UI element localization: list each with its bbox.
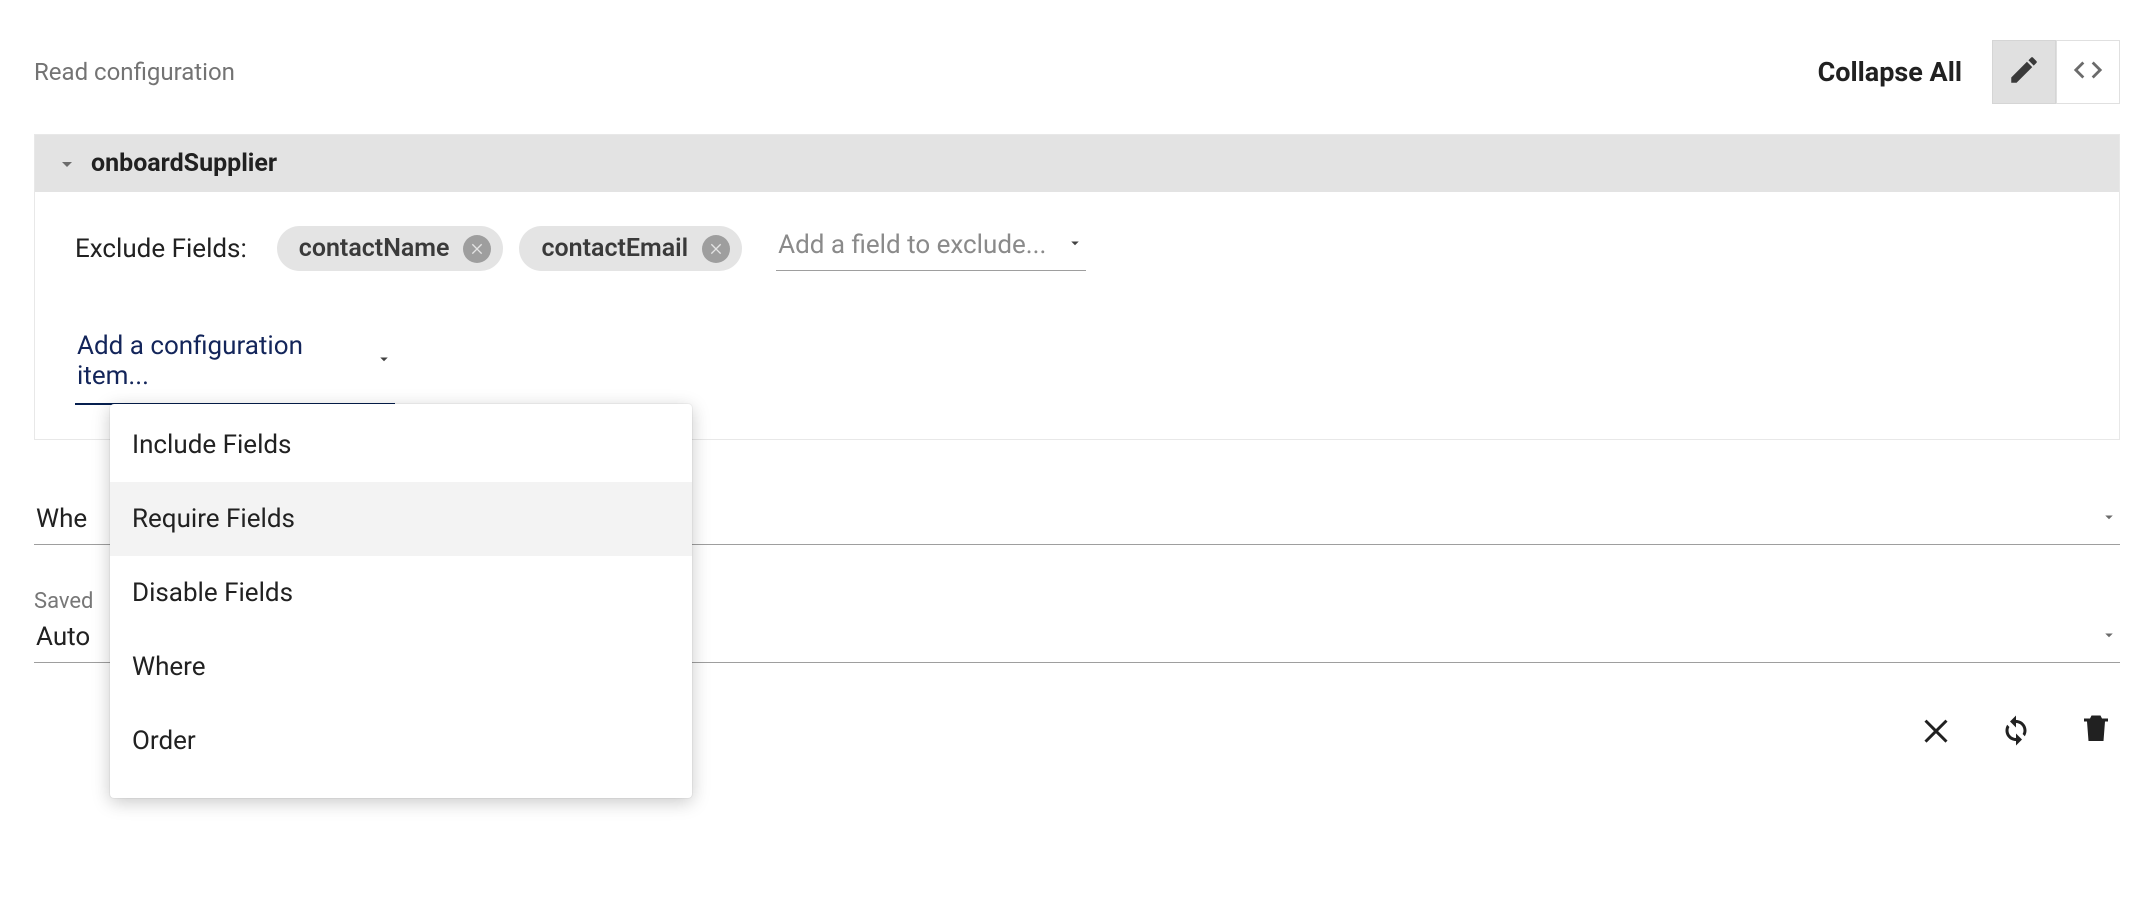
chip-remove-button[interactable] <box>463 235 491 263</box>
placeholder-text: Add a field to exclude... <box>778 230 1046 260</box>
chip-contactemail: contactEmail <box>519 226 742 271</box>
chip-remove-button[interactable] <box>702 235 730 263</box>
close-icon <box>1918 711 1954 751</box>
page-subtitle: Read configuration <box>34 58 235 86</box>
config-item-dropdown: Include Fields Require Fields Disable Fi… <box>110 404 692 798</box>
saved-views-value-fragment: Auto <box>36 622 90 652</box>
panel-header[interactable]: onboardSupplier <box>35 135 2119 192</box>
exclude-fields-row: Exclude Fields: contactName contactEmail <box>75 226 2079 271</box>
dropdown-item-order[interactable]: Order <box>110 704 692 778</box>
chevron-down-icon <box>375 350 393 372</box>
chip-label: contactEmail <box>541 234 688 263</box>
code-icon <box>2071 53 2105 91</box>
refresh-icon <box>1998 711 2034 751</box>
delete-button[interactable] <box>2072 707 2120 755</box>
chip-label: contactName <box>299 234 450 263</box>
refresh-button[interactable] <box>1992 707 2040 755</box>
code-mode-button[interactable] <box>2056 40 2120 104</box>
dropdown-item-require-fields[interactable]: Require Fields <box>110 482 692 556</box>
panel-title: onboardSupplier <box>91 149 277 178</box>
chevron-down-icon <box>1046 234 1084 256</box>
close-button[interactable] <box>1912 707 1960 755</box>
entity-config-panel: onboardSupplier Exclude Fields: contactN… <box>34 134 2120 440</box>
where-label-fragment: Whe <box>36 504 87 534</box>
collapse-all-button[interactable]: Collapse All <box>1818 56 1962 88</box>
chevron-down-icon <box>2100 508 2118 530</box>
chip-contactname: contactName <box>277 226 504 271</box>
close-icon <box>708 234 724 263</box>
exclude-fields-label: Exclude Fields: <box>75 234 247 264</box>
dropdown-item-include-fields[interactable]: Include Fields <box>110 408 692 482</box>
close-icon <box>469 234 485 263</box>
pencil-icon <box>2007 53 2041 91</box>
chevron-down-icon[interactable] <box>53 150 81 178</box>
dropdown-item-disable-fields[interactable]: Disable Fields <box>110 556 692 630</box>
add-config-item-select[interactable]: Add a configuration item... <box>75 327 395 405</box>
chevron-down-icon <box>2100 626 2118 648</box>
select-text: Add a configuration item... <box>77 331 375 391</box>
edit-mode-button[interactable] <box>1992 40 2056 104</box>
dropdown-item-where[interactable]: Where <box>110 630 692 704</box>
add-exclude-field-select[interactable]: Add a field to exclude... <box>776 226 1086 271</box>
trash-icon <box>2078 711 2114 751</box>
